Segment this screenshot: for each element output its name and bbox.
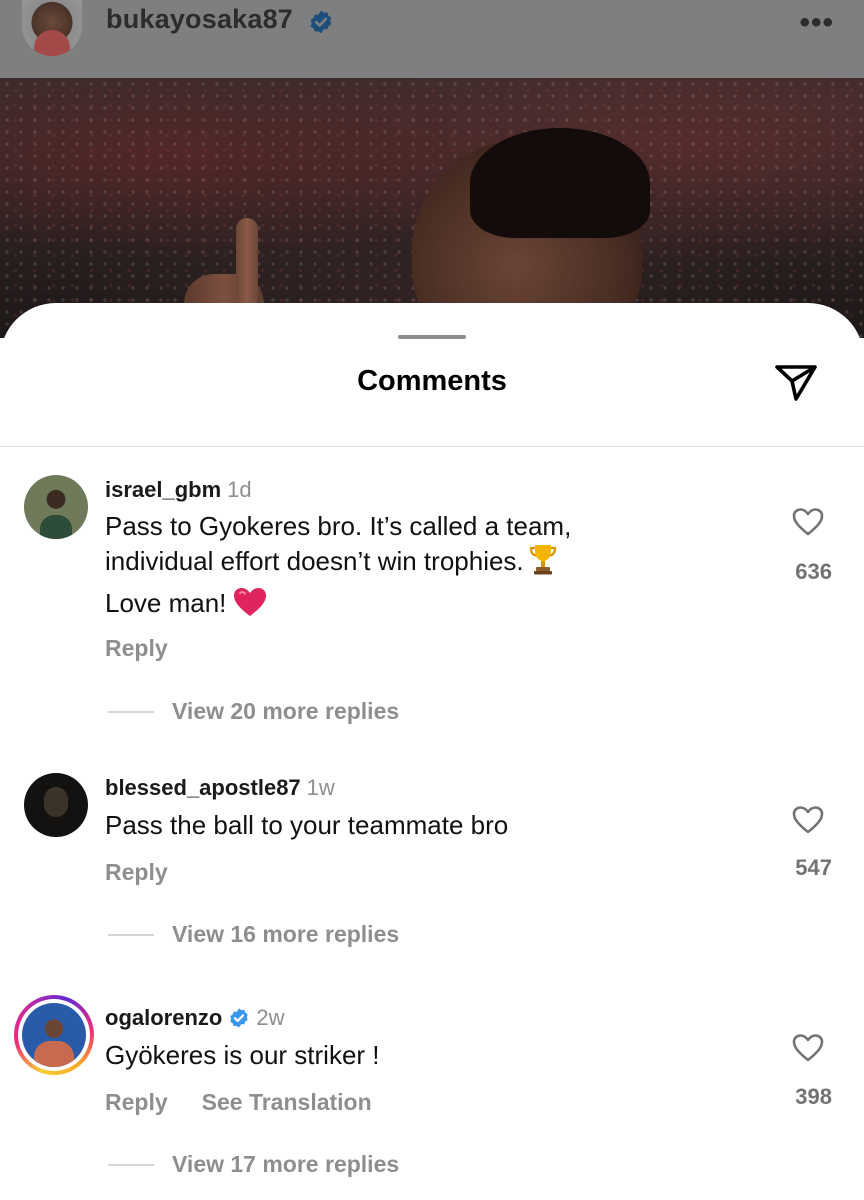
reply-button[interactable]: Reply xyxy=(105,859,168,886)
comment-text-line: individual effort doesn’t win trophies. xyxy=(105,546,524,576)
commenter-avatar[interactable] xyxy=(24,773,88,837)
comment-text-line: Pass the ball to your teammate bro xyxy=(105,810,509,840)
view-replies-label: View 20 more replies xyxy=(172,698,400,724)
comment-time: 1w xyxy=(306,775,335,800)
comment-actions: Reply See Translation xyxy=(105,1089,372,1116)
like-count: 547 xyxy=(795,855,832,880)
comment-meta: israel_gbm 1d xyxy=(105,475,252,505)
commenter-username[interactable]: blessed_apostle87 xyxy=(105,775,301,801)
sheet-title: Comments xyxy=(357,365,507,397)
like-count: 636 xyxy=(795,559,832,584)
comment-meta: ogalorenzo 2w xyxy=(105,1003,284,1033)
heart-outline-icon[interactable] xyxy=(791,1032,825,1064)
sheet-divider xyxy=(0,446,864,447)
replies-divider-line xyxy=(108,1163,154,1166)
trophy-emoji-icon xyxy=(529,545,556,575)
view-replies-label: View 17 more replies xyxy=(172,1151,400,1177)
sheet-drag-handle[interactable] xyxy=(398,335,466,339)
comment-text-line: Gyökeres is our striker ! xyxy=(105,1040,380,1070)
send-icon[interactable] xyxy=(772,361,820,405)
comment-actions: Reply xyxy=(105,859,168,886)
view-replies-label: View 16 more replies xyxy=(172,921,400,947)
comment-text-line-with-emoji: individual effort doesn’t win trophies. xyxy=(105,542,558,577)
post-image xyxy=(0,78,864,338)
comment-text-line-with-emoji: Love man! xyxy=(105,586,268,619)
commenter-avatar[interactable] xyxy=(24,475,88,539)
reply-button[interactable]: Reply xyxy=(105,635,168,662)
view-more-replies-button[interactable]: View 16 more replies xyxy=(108,921,399,948)
instagram-post-page: bukayosaka87 ••• Comments israel_gbm 1d … xyxy=(0,0,864,1200)
verified-badge-icon xyxy=(310,10,332,34)
comments-sheet: Comments israel_gbm 1d Pass to Gyokeres … xyxy=(0,303,864,1200)
heart-outline-icon[interactable] xyxy=(791,804,825,836)
comment-text-line: Pass to Gyokeres bro. It’s called a team… xyxy=(105,511,572,541)
view-more-replies-button[interactable]: View 20 more replies xyxy=(108,698,399,725)
post-header: bukayosaka87 ••• xyxy=(0,0,864,78)
heart-outline-icon[interactable] xyxy=(791,506,825,538)
comment-actions: Reply xyxy=(105,635,168,662)
comment-time: 2w xyxy=(256,1005,285,1030)
replies-divider-line xyxy=(108,710,154,713)
view-more-replies-button[interactable]: View 17 more replies xyxy=(108,1151,399,1178)
reply-button[interactable]: Reply xyxy=(105,1089,168,1116)
post-author-username[interactable]: bukayosaka87 xyxy=(106,4,293,35)
more-options-icon[interactable]: ••• xyxy=(799,6,834,40)
commenter-avatar[interactable] xyxy=(22,1003,86,1067)
red-heart-emoji-icon xyxy=(234,588,267,616)
replies-divider-line xyxy=(108,933,154,936)
commenter-username[interactable]: israel_gbm xyxy=(105,477,221,503)
like-count: 398 xyxy=(795,1084,832,1109)
comment-time: 1d xyxy=(227,477,252,502)
comment-text-line: Love man! xyxy=(105,588,227,618)
player-hair xyxy=(470,128,650,238)
comment-meta: blessed_apostle87 1w xyxy=(105,773,335,803)
post-author-avatar[interactable] xyxy=(22,0,82,56)
verified-badge-icon xyxy=(230,1008,249,1028)
see-translation-button[interactable]: See Translation xyxy=(202,1089,372,1116)
commenter-username[interactable]: ogalorenzo xyxy=(105,1005,222,1031)
